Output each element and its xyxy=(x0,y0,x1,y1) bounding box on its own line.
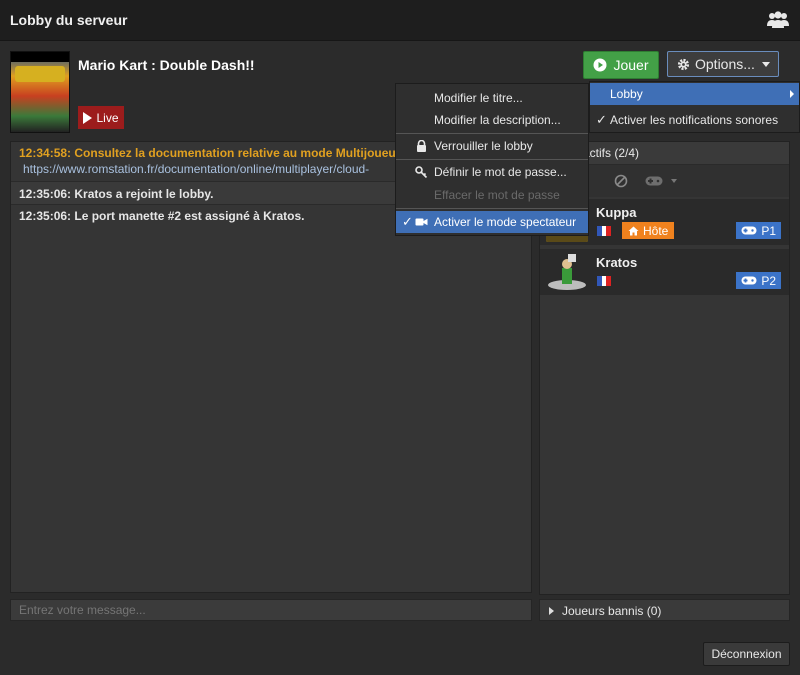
game-cover-image xyxy=(10,51,70,133)
chevron-down-icon xyxy=(762,62,770,67)
chat-message: 12:35:06: Le port manette #2 est assigné… xyxy=(19,209,305,223)
chevron-right-icon xyxy=(549,607,554,615)
play-button[interactable]: Jouer xyxy=(583,51,659,79)
menu-item-spectator-mode[interactable]: ✓ Activer le mode spectateur xyxy=(396,211,588,233)
gamepad-icon xyxy=(741,226,757,235)
menu-separator xyxy=(396,133,588,134)
banned-players-label: Joueurs bannis (0) xyxy=(562,604,662,618)
chat-message: 12:34:58: Consultez la documentation rel… xyxy=(19,146,421,160)
key-icon xyxy=(415,166,428,178)
gamepad-icon[interactable] xyxy=(645,176,663,186)
window-title: Lobby du serveur xyxy=(10,12,128,28)
options-button[interactable]: Options... xyxy=(667,51,779,77)
menu-item-label: Activer les notifications sonores xyxy=(610,113,779,127)
menu-item-label: Modifier le titre... xyxy=(434,91,523,105)
play-label: Jouer xyxy=(613,57,649,73)
france-flag-icon xyxy=(597,276,612,286)
menu-item-label: Effacer le mot de passe xyxy=(434,188,560,202)
player-name: Kuppa xyxy=(596,205,637,220)
menu-item-label: Lobby xyxy=(610,87,643,101)
player-avatar xyxy=(546,252,588,292)
cover-logo xyxy=(15,66,65,82)
menu-item-label: Activer le mode spectateur xyxy=(434,215,577,229)
cover-band xyxy=(11,52,69,62)
menu-item-label: Verrouiller le lobby xyxy=(434,139,533,153)
menu-item-clear-password[interactable]: Effacer le mot de passe xyxy=(396,184,588,206)
title-bar: Lobby du serveur xyxy=(0,0,800,41)
host-label: Hôte xyxy=(643,223,669,238)
check-icon: ✓ xyxy=(596,112,607,127)
menu-item-set-password[interactable]: Définir le mot de passe... xyxy=(396,161,588,183)
port-label: P1 xyxy=(761,223,776,238)
menu-item-label: Définir le mot de passe... xyxy=(434,165,567,179)
lock-icon xyxy=(417,140,426,152)
camera-icon xyxy=(415,218,428,226)
chevron-down-icon[interactable] xyxy=(671,179,677,183)
menu-separator xyxy=(396,208,588,209)
game-title: Mario Kart : Double Dash!! xyxy=(78,57,255,73)
message-input[interactable] xyxy=(10,599,532,621)
controller-port-badge[interactable]: P2 xyxy=(736,272,781,289)
menu-item-edit-title[interactable]: Modifier le titre... xyxy=(396,87,588,109)
menu-item-lobby[interactable]: Lobby xyxy=(590,83,799,105)
live-button[interactable]: Live xyxy=(78,106,124,129)
gamepad-icon xyxy=(741,276,757,285)
chevron-right-icon xyxy=(790,90,794,98)
live-label: Live xyxy=(96,110,119,125)
menu-item-sound-notifications[interactable]: ✓ Activer les notifications sonores xyxy=(590,109,799,131)
host-badge: Hôte xyxy=(622,222,675,239)
disconnect-button[interactable]: Déconnexion xyxy=(703,642,790,666)
play-circle-icon xyxy=(593,58,607,72)
play-triangle-icon xyxy=(83,111,93,124)
menu-item-label: Modifier la description... xyxy=(434,113,561,127)
gear-icon xyxy=(677,58,690,70)
menu-item-lock-lobby[interactable]: Verrouiller le lobby xyxy=(396,135,588,157)
users-icon[interactable] xyxy=(766,10,790,30)
lobby-submenu: Modifier le titre... Modifier la descrip… xyxy=(395,83,589,236)
menu-separator xyxy=(396,159,588,160)
player-row[interactable]: Kratos P2 xyxy=(540,249,789,295)
france-flag-icon xyxy=(597,226,612,236)
options-menu: Lobby ✓ Activer les notifications sonore… xyxy=(589,81,800,133)
options-label: Options... xyxy=(695,56,755,72)
chat-message: 12:35:06: Kratos a rejoint le lobby. xyxy=(19,187,214,201)
controller-port-badge[interactable]: P1 xyxy=(736,222,781,239)
check-icon: ✓ xyxy=(402,214,413,229)
menu-item-edit-description[interactable]: Modifier la description... xyxy=(396,109,588,131)
port-label: P2 xyxy=(761,273,776,288)
ban-icon[interactable] xyxy=(614,174,628,188)
home-icon xyxy=(628,226,639,235)
player-name: Kratos xyxy=(596,255,638,270)
documentation-link[interactable]: https://www.romstation.fr/documentation/… xyxy=(23,162,369,176)
banned-players-toggle[interactable]: Joueurs bannis (0) xyxy=(539,599,790,621)
